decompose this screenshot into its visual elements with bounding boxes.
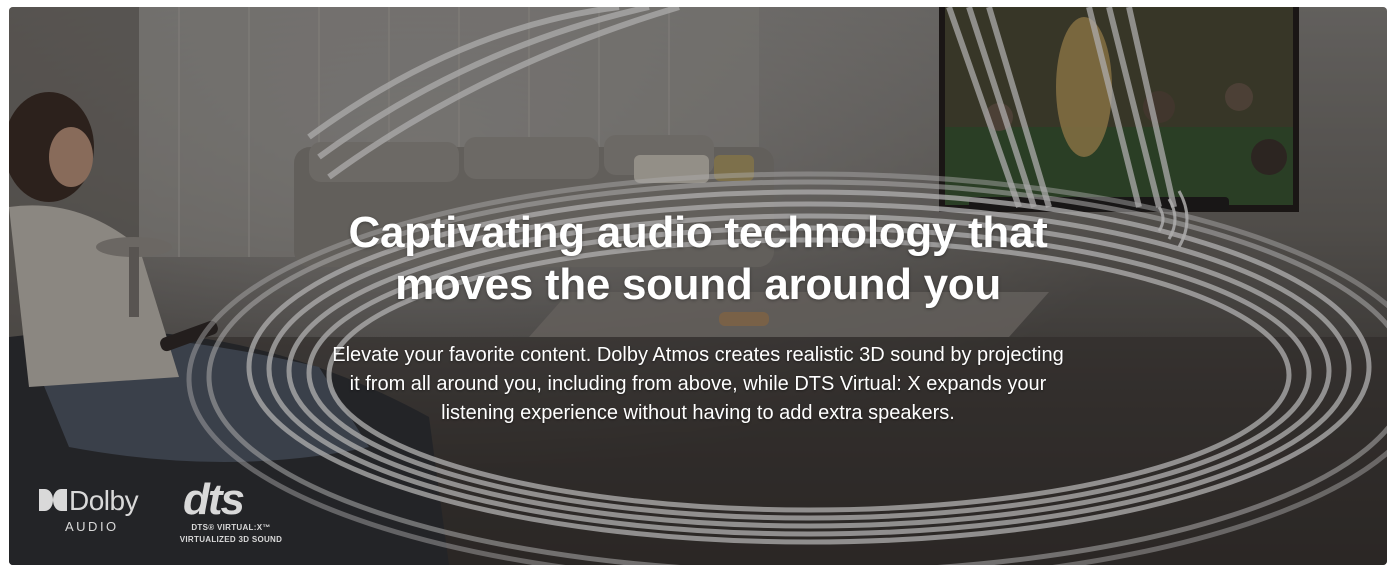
dts-subtitle-line-2: VIRTUALIZED 3D SOUND — [179, 535, 283, 544]
description-line-1: Elevate your favorite content. Dolby Atm… — [332, 344, 1064, 366]
hero-description: Elevate your favorite content. Dolby Atm… — [279, 341, 1117, 428]
dts-wordmark: dts — [183, 475, 245, 524]
headline-line-2: moves the sound around you — [395, 260, 1001, 309]
hero-banner: Captivating audio technology that moves … — [9, 7, 1387, 565]
dolby-wordmark: Dolby — [69, 485, 139, 516]
dolby-subtitle: AUDIO — [65, 519, 119, 534]
description-line-2: it from all around you, including from a… — [349, 373, 1047, 395]
description-line-3: listening experience without having to a… — [441, 402, 955, 424]
hero-headline: Captivating audio technology that moves … — [9, 207, 1387, 311]
dts-virtual-x-logo: dts DTS® VIRTUAL:X™ VIRTUALIZED 3D SOUND — [171, 475, 291, 549]
dts-subtitle-line-1: DTS® VIRTUAL:X™ — [191, 523, 271, 532]
dolby-double-d-icon — [39, 489, 67, 511]
headline-line-1: Captivating audio technology that — [348, 208, 1048, 257]
dolby-audio-logo: Dolby AUDIO — [39, 485, 159, 535]
